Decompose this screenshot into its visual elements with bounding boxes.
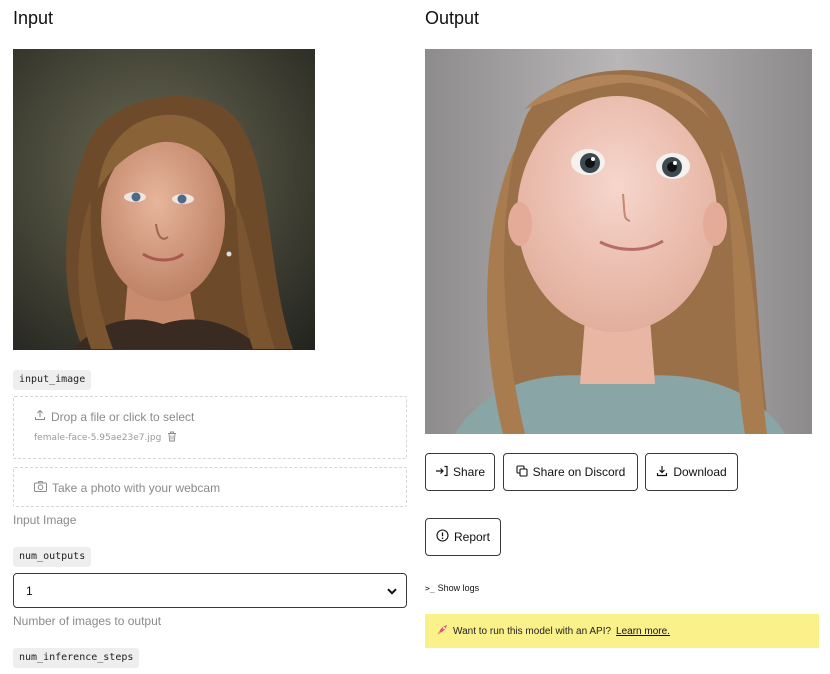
num-outputs-param-label: num_outputs [13, 547, 92, 567]
num-inference-steps-param-label: num_inference_steps [13, 648, 140, 668]
learn-more-link[interactable]: Learn more. [616, 626, 670, 637]
show-logs-label: Show logs [437, 583, 480, 593]
share-icon [435, 465, 448, 480]
output-heading: Output [425, 8, 480, 28]
output-image [425, 49, 812, 434]
api-banner-text: Want to run this model with an API? [453, 625, 612, 637]
num-outputs-value: 1 [26, 583, 33, 598]
num-outputs-select[interactable]: 1 [13, 573, 407, 608]
report-label: Report [453, 530, 491, 544]
camera-icon [34, 481, 47, 495]
alert-circle-icon [436, 529, 449, 545]
show-logs-toggle[interactable]: >_ Show logs [425, 583, 479, 593]
input-image-help: Input Image [13, 513, 77, 527]
download-button[interactable]: Download [645, 453, 738, 491]
dropzone-label: Drop a file or click to select [51, 409, 195, 424]
download-label: Download [673, 465, 727, 479]
input-image-param-label: input_image [13, 370, 92, 390]
chevron-down-icon [387, 584, 397, 598]
terminal-icon: >_ [425, 583, 435, 593]
upload-icon [34, 409, 46, 424]
copy-icon [516, 464, 528, 480]
share-on-discord-button[interactable]: Share on Discord [503, 453, 638, 491]
webcam-capture[interactable]: Take a photo with your webcam [13, 467, 407, 507]
share-on-discord-label: Share on Discord [532, 465, 626, 479]
report-button[interactable]: Report [425, 518, 501, 556]
uploaded-filename: female-face-5.95ae23e7.jpg [34, 433, 162, 443]
input-image-preview [13, 49, 315, 350]
file-dropzone[interactable]: Drop a file or click to select female-fa… [13, 396, 407, 459]
share-label: Share [452, 465, 486, 479]
api-banner: Want to run this model with an API? Lear… [425, 614, 819, 648]
num-outputs-help: Number of images to output [13, 614, 162, 628]
rocket-icon [437, 624, 448, 638]
download-icon [656, 465, 668, 480]
webcam-label: Take a photo with your webcam [52, 481, 221, 495]
input-heading: Input [13, 8, 54, 28]
share-button[interactable]: Share [425, 453, 495, 491]
trash-icon[interactable] [167, 431, 177, 445]
